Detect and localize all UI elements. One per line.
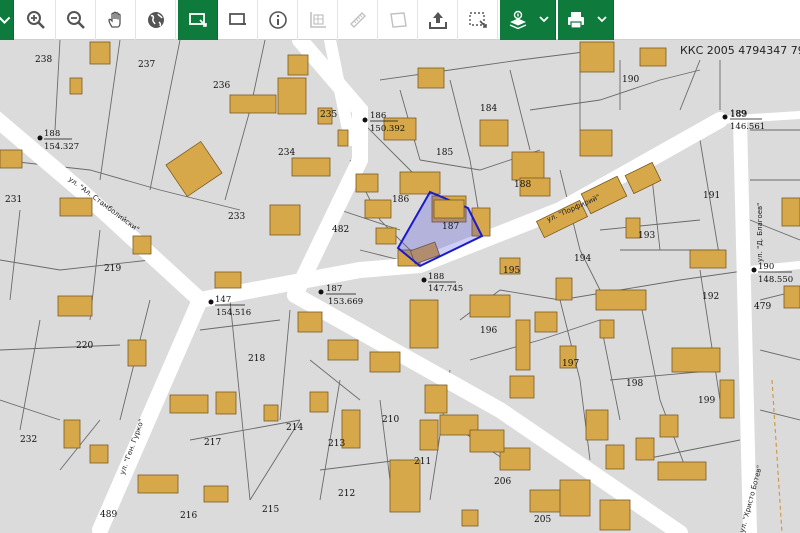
parcel-label: 216: [180, 511, 197, 521]
parcel-label: 211: [414, 457, 431, 467]
parcel-label: 197: [562, 359, 579, 369]
parcel-label: 190: [622, 75, 639, 85]
coordinate-system-label: ККС 2005 4794347 797: [680, 44, 800, 57]
parcel-label: 196: [480, 326, 497, 336]
coordinate-icon: [309, 12, 326, 28]
benchmark-point: [318, 289, 324, 295]
parcel-label: 237: [138, 60, 155, 70]
benchmark-id: 190: [758, 262, 774, 272]
pan-button[interactable]: [96, 0, 136, 40]
zoom-out-button[interactable]: [56, 0, 96, 40]
benchmark-point: [362, 117, 368, 123]
benchmark-point: [208, 299, 214, 305]
parcel-label: 206: [494, 477, 511, 487]
parcel-label: 185: [436, 148, 453, 158]
parcel-label: 482: [332, 225, 349, 235]
parcel-label: 194: [574, 254, 591, 264]
parcel-label: 187: [442, 222, 459, 232]
parcel-label: 236: [213, 81, 230, 91]
parcel-label: 219: [104, 264, 121, 274]
ruler-icon: [349, 12, 366, 28]
parcel-label: 210: [382, 415, 399, 425]
parcel-label: 232: [20, 435, 37, 445]
select-rectangle-button[interactable]: [178, 0, 218, 40]
benchmark-id: 188: [428, 272, 444, 282]
coordinates-button[interactable]: [298, 0, 338, 40]
chevron-down-icon: [597, 16, 607, 23]
info-icon: [268, 11, 287, 29]
clear-select-icon: [468, 12, 487, 28]
benchmark-id: 189: [730, 109, 746, 119]
parcel-label: 238: [35, 55, 52, 65]
parcel-label: 213: [328, 439, 345, 449]
benchmark-value: 146.561: [730, 122, 765, 132]
benchmark-id: 147: [215, 295, 231, 305]
benchmark-point: [37, 135, 43, 141]
benchmark-value: 153.669: [328, 297, 363, 307]
parcel-label: 205: [534, 515, 551, 525]
zoom-out-icon: [66, 11, 85, 29]
benchmark-value: 148.550: [758, 275, 793, 285]
benchmark-point: [751, 267, 757, 273]
zoom-in-icon: [26, 11, 45, 29]
parcel-label: 199: [698, 396, 715, 406]
parcel-label: 193: [638, 231, 655, 241]
cadastral-map[interactable]: 238 237 236 235 234 233 232 231 220 219 …: [0, 40, 800, 533]
chevron-down-icon: [539, 16, 549, 23]
chevron-icon: [0, 16, 11, 24]
parcel-label: 489: [100, 510, 117, 520]
benchmark-id: 187: [326, 284, 342, 294]
parcel-label: 198: [626, 379, 643, 389]
upload-icon: [428, 12, 447, 29]
print-icon: [568, 12, 584, 29]
select-area-icon: [228, 13, 246, 25]
menu-toggle-button[interactable]: [0, 0, 14, 40]
benchmark-point: [722, 114, 728, 120]
parcel-label: 217: [204, 438, 221, 448]
zoom-in-button[interactable]: [16, 0, 56, 40]
parcel-label: 192: [702, 292, 719, 302]
parcel-label: 195: [503, 266, 520, 276]
map-background: [0, 40, 800, 533]
selected-building: [433, 199, 465, 219]
polygon-icon: [389, 12, 407, 28]
benchmark-value: 150.392: [370, 124, 405, 134]
identify-button[interactable]: [258, 0, 298, 40]
benchmark-value: 154.327: [44, 142, 79, 152]
select-area-button[interactable]: [218, 0, 258, 40]
parcel-label: 218: [248, 354, 265, 364]
clear-selection-button[interactable]: [458, 0, 498, 40]
parcel-label: 479: [754, 302, 771, 312]
hand-icon: [107, 11, 121, 28]
benchmark-id: 188: [44, 129, 60, 139]
benchmark-value: 154.516: [216, 308, 251, 318]
globe-icon: [147, 12, 164, 28]
select-rect-icon: [188, 13, 207, 27]
parcel-label: 234: [278, 148, 295, 158]
parcel-label: 186: [392, 195, 409, 205]
export-button[interactable]: [418, 0, 458, 40]
benchmark-point: [421, 277, 427, 283]
parcel-label: 188: [514, 180, 531, 190]
print-dropdown-button[interactable]: [558, 0, 614, 40]
map-toolbar: [0, 0, 800, 40]
parcel-label: 215: [262, 505, 279, 515]
parcel-label: 184: [480, 104, 497, 114]
layers-icon: [509, 10, 527, 30]
parcel-label: 235: [320, 110, 337, 120]
parcel-label: 231: [5, 195, 22, 205]
full-extent-button[interactable]: [136, 0, 176, 40]
parcel-label: 214: [286, 423, 303, 433]
street-label: ул. "Д. Благоев": [756, 203, 764, 262]
measure-area-button[interactable]: [378, 0, 418, 40]
parcel-label: 212: [338, 489, 355, 499]
measure-distance-button[interactable]: [338, 0, 378, 40]
parcel-label: 220: [76, 341, 93, 351]
layers-dropdown-button[interactable]: [500, 0, 556, 40]
parcel-label: 191: [703, 191, 720, 201]
benchmark-id: 186: [370, 111, 386, 121]
benchmark-value: 147.745: [428, 284, 463, 294]
parcel-label: 233: [228, 212, 245, 222]
